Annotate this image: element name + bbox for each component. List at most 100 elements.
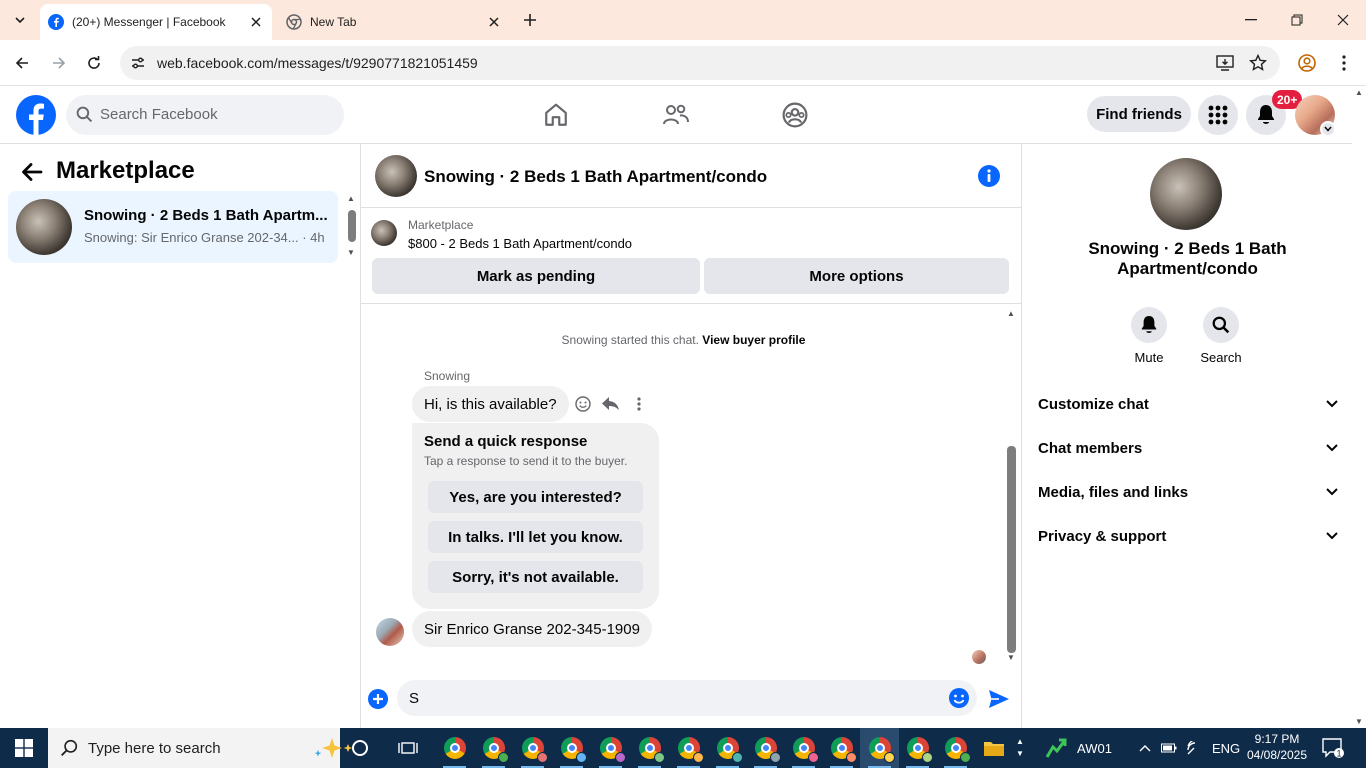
mute-button[interactable]: Mute [1119, 307, 1179, 365]
chrome-profile-taskbar-icon[interactable] [784, 728, 823, 768]
view-buyer-profile-link[interactable]: View buyer profile [702, 333, 805, 347]
restore-icon[interactable] [1274, 0, 1320, 40]
minimize-icon[interactable] [1228, 0, 1274, 40]
mark-as-pending-button[interactable]: Mark as pending [372, 258, 700, 294]
chrome-profile-taskbar-icon[interactable] [669, 728, 708, 768]
chrome-profile-taskbar-icon[interactable] [746, 728, 785, 768]
send-icon[interactable] [987, 687, 1011, 711]
conversation-item[interactable]: Snowing · 2 Beds 1 Bath Apartm... Snowin… [8, 191, 338, 263]
close-tab-icon[interactable] [244, 10, 268, 34]
plus-circle-icon[interactable] [367, 688, 389, 710]
more-vertical-icon[interactable] [628, 393, 650, 415]
chrome-profile-taskbar-icon[interactable] [513, 728, 552, 768]
url-text: web.facebook.com/messages/t/929077182105… [157, 55, 478, 71]
listing-thumbnail[interactable] [371, 220, 397, 246]
section-media-files-links[interactable]: Media, files and links [1038, 472, 1338, 512]
facebook-favicon-icon [48, 14, 64, 30]
home-icon[interactable] [539, 98, 573, 132]
install-app-icon[interactable] [1215, 53, 1235, 73]
scroll-down-arrow-icon[interactable]: ▼ [1355, 717, 1363, 726]
emoji-icon[interactable] [948, 687, 970, 709]
taskbar-search-box[interactable]: Type here to search [48, 728, 353, 768]
site-settings-icon[interactable] [128, 53, 148, 73]
profile-icon[interactable] [1293, 49, 1321, 77]
scrollbar-thumb[interactable] [348, 210, 356, 242]
groups-icon[interactable] [778, 98, 812, 132]
page-scrollbar[interactable]: ▲ ▼ [1352, 86, 1366, 728]
scroll-up-arrow-icon[interactable]: ▲ [347, 194, 355, 203]
tab-messenger[interactable]: (20+) Messenger | Facebook [40, 4, 272, 40]
section-privacy-support[interactable]: Privacy & support [1038, 516, 1338, 556]
chrome-profile-taskbar-icon[interactable] [898, 728, 937, 768]
chevron-down-icon [1326, 532, 1338, 540]
tab-new-tab[interactable]: New Tab [278, 4, 510, 40]
quick-response-option[interactable]: Sorry, it's not available. [428, 561, 643, 593]
battery-icon[interactable] [1161, 728, 1177, 768]
facebook-search-box[interactable]: Search Facebook [66, 95, 344, 135]
outgoing-message[interactable]: Sir Enrico Granse 202-345-1909 [412, 611, 652, 647]
address-bar-row: web.facebook.com/messages/t/929077182105… [0, 40, 1366, 86]
chevron-down-icon[interactable] [1320, 121, 1336, 137]
action-center-icon[interactable]: 1 [1322, 738, 1344, 759]
list-scrollbar[interactable]: ▲ ▼ [345, 194, 357, 262]
close-window-icon[interactable] [1320, 0, 1366, 40]
chat-avatar[interactable] [375, 155, 417, 197]
chrome-profile-taskbar-icon[interactable] [822, 728, 861, 768]
listing-price[interactable]: $800 - 2 Beds 1 Bath Apartment/condo [408, 236, 632, 251]
chrome-profile-taskbar-icon[interactable] [552, 728, 591, 768]
tray-overflow-arrows[interactable]: ▲ ▼ [1016, 728, 1024, 768]
chrome-profile-taskbar-icon[interactable] [860, 728, 899, 768]
chrome-taskbar-icon[interactable] [435, 728, 474, 768]
quick-response-option[interactable]: In talks. I'll let you know. [428, 521, 643, 553]
message-input[interactable] [397, 680, 977, 716]
omnibox[interactable]: web.facebook.com/messages/t/929077182105… [120, 46, 1280, 80]
scrollbar-thumb[interactable] [1007, 446, 1016, 653]
chrome-profile-taskbar-icon[interactable] [708, 728, 747, 768]
scroll-down-arrow-icon[interactable]: ▼ [1007, 653, 1015, 662]
menu-grid-icon[interactable] [1198, 95, 1238, 135]
search-in-chat-button[interactable]: Search [1191, 307, 1251, 365]
friends-icon[interactable] [659, 98, 693, 132]
reload-icon[interactable] [80, 49, 108, 77]
chrome-profile-taskbar-icon[interactable] [936, 728, 975, 768]
cortana-icon[interactable] [340, 728, 379, 768]
back-arrow-icon[interactable] [20, 160, 44, 184]
back-icon[interactable] [8, 49, 36, 77]
find-friends-button[interactable]: Find friends [1087, 96, 1191, 132]
chat-title[interactable]: Snowing · 2 Beds 1 Bath Apartment/condo [424, 167, 767, 187]
new-tab-plus-icon[interactable] [518, 8, 542, 32]
section-chat-members[interactable]: Chat members [1038, 428, 1338, 468]
language-indicator[interactable]: ENG [1212, 728, 1240, 768]
show-hidden-icons-chevron-icon[interactable] [1139, 728, 1151, 768]
incoming-message[interactable]: Hi, is this available? [412, 386, 569, 422]
bookmark-star-icon[interactable] [1248, 53, 1268, 73]
chrome-profile-taskbar-icon[interactable] [474, 728, 513, 768]
scroll-down-arrow-icon[interactable]: ▼ [347, 248, 355, 257]
stock-widget[interactable]: AW01 [1045, 728, 1112, 768]
system-clock[interactable]: 9:17 PM 04/08/2025 [1244, 731, 1310, 763]
network-icon[interactable] [1187, 728, 1205, 768]
react-emoji-icon[interactable] [572, 393, 594, 415]
facebook-logo-icon[interactable] [16, 95, 56, 135]
section-customize-chat[interactable]: Customize chat [1038, 384, 1338, 424]
marketplace-conversation-list: Marketplace Snowing · 2 Beds 1 Bath Apar… [0, 144, 361, 728]
chat-scrollbar[interactable]: ▲ ▼ [1004, 309, 1018, 664]
file-explorer-icon[interactable] [974, 728, 1013, 768]
reply-icon[interactable] [600, 393, 622, 415]
chrome-profile-taskbar-icon[interactable] [591, 728, 630, 768]
tab-search-dropdown[interactable] [6, 8, 34, 32]
chat-details-avatar[interactable] [1150, 158, 1222, 230]
chrome-profile-taskbar-icon[interactable] [630, 728, 669, 768]
scroll-up-arrow-icon[interactable]: ▲ [1355, 88, 1363, 97]
sender-avatar[interactable] [376, 618, 404, 646]
info-icon[interactable] [977, 164, 1001, 188]
forward-icon[interactable] [45, 49, 73, 77]
more-options-button[interactable]: More options [704, 258, 1009, 294]
windows-start-icon[interactable] [0, 728, 48, 768]
close-tab-icon[interactable] [482, 10, 506, 34]
quick-response-option[interactable]: Yes, are you interested? [428, 481, 643, 513]
browser-menu-icon[interactable] [1330, 49, 1358, 77]
task-view-icon[interactable] [388, 728, 427, 768]
panel-title: Marketplace [56, 157, 195, 184]
scroll-up-arrow-icon[interactable]: ▲ [1007, 309, 1015, 318]
